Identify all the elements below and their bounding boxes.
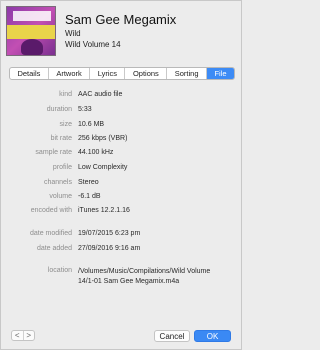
samplerate-label: sample rate xyxy=(35,149,72,156)
bitrate-label: bit rate xyxy=(50,135,72,142)
tab-details[interactable]: Details xyxy=(10,68,49,79)
encoded-label: encoded with xyxy=(30,207,72,214)
duration-label: duration xyxy=(46,106,72,113)
ok-button[interactable]: OK xyxy=(194,330,231,342)
get-info-window: Sam Gee Megamix Wild Wild Volume 14 Deta… xyxy=(0,0,242,350)
tab-sorting[interactable]: Sorting xyxy=(167,68,207,79)
profile-label: profile xyxy=(52,164,72,171)
tab-file[interactable]: File xyxy=(206,68,234,79)
bitrate-value: 256 kbps (VBR) xyxy=(78,135,128,142)
track-album: Wild Volume 14 xyxy=(65,40,121,49)
track-title: Sam Gee Megamix xyxy=(65,12,177,27)
profile-value: Low Complexity xyxy=(78,164,128,171)
modified-label: date modified xyxy=(29,230,72,237)
tab-lyrics[interactable]: Lyrics xyxy=(90,68,126,79)
row-samplerate: sample rate 44.100 kHz xyxy=(9,149,235,159)
channels-value: Stereo xyxy=(78,179,99,186)
tab-bar: Details Artwork Lyrics Options Sorting F… xyxy=(9,67,235,80)
row-modified: date modified 19/07/2015 6:23 pm xyxy=(9,230,235,240)
row-channels: channels Stereo xyxy=(9,179,235,189)
modified-value: 19/07/2015 6:23 pm xyxy=(78,230,141,237)
added-value: 27/09/2016 9:16 am xyxy=(78,245,141,252)
row-encoded: encoded with iTunes 12.2.1.16 xyxy=(9,207,235,217)
channels-label: channels xyxy=(43,179,72,186)
kind-value: AAC audio file xyxy=(78,91,123,98)
tab-options[interactable]: Options xyxy=(125,68,168,79)
artwork-figure xyxy=(21,39,43,55)
row-volume: volume -6.1 dB xyxy=(9,193,235,203)
samplerate-value: 44.100 kHz xyxy=(78,149,114,156)
encoded-value: iTunes 12.2.1.16 xyxy=(78,207,130,214)
row-bitrate: bit rate 256 kbps (VBR) xyxy=(9,135,235,145)
row-size: size 10.6 MB xyxy=(9,121,235,131)
kind-label: kind xyxy=(59,91,72,98)
track-artist: Wild xyxy=(65,29,81,38)
duration-value: 5:33 xyxy=(78,106,92,113)
row-location: location /Volumes/Music/Compilations/Wil… xyxy=(9,267,235,287)
volume-value: -6.1 dB xyxy=(78,193,101,200)
cancel-button[interactable]: Cancel xyxy=(154,330,190,342)
row-added: date added 27/09/2016 9:16 am xyxy=(9,245,235,255)
added-label: date added xyxy=(36,245,72,252)
row-duration: duration 5:33 xyxy=(9,106,235,116)
row-profile: profile Low Complexity xyxy=(9,164,235,174)
chevron-right-icon[interactable]: > xyxy=(22,331,35,340)
tab-artwork[interactable]: Artwork xyxy=(49,68,91,79)
size-label: size xyxy=(59,121,72,128)
volume-label: volume xyxy=(49,193,72,200)
location-label: location xyxy=(47,267,72,274)
track-navigation: < > xyxy=(11,330,35,341)
size-value: 10.6 MB xyxy=(78,121,105,128)
file-info-panel: kind AAC audio file duration 5:33 size 1… xyxy=(9,87,235,315)
chevron-left-icon[interactable]: < xyxy=(12,331,23,340)
artwork-band xyxy=(7,25,55,39)
album-artwork[interactable] xyxy=(6,6,56,56)
row-kind: kind AAC audio file xyxy=(9,91,235,101)
artwork-label-strip xyxy=(13,11,51,21)
location-value: /Volumes/Music/Compilations/Wild Volume … xyxy=(78,268,211,285)
